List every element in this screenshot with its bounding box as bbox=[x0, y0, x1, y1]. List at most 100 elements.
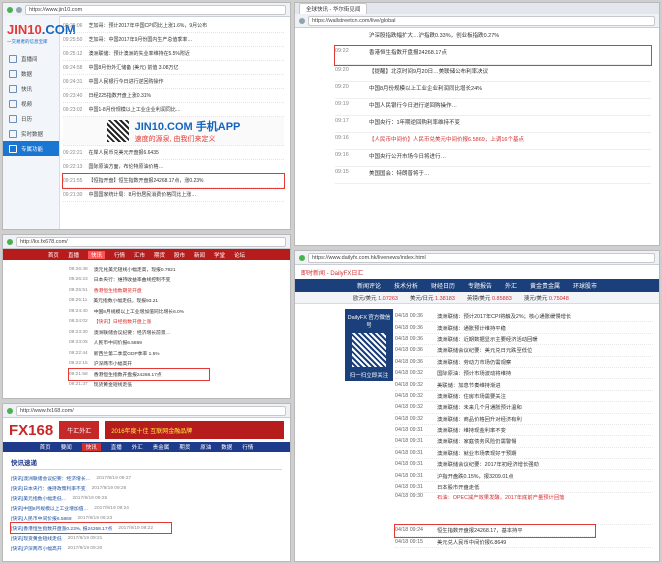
nav-item[interactable]: 快讯 bbox=[87, 250, 105, 259]
list-item[interactable]: 04/18 09:32 国际原油：预计市场波动将维持 bbox=[395, 368, 653, 380]
menu-item-news[interactable]: 快讯 bbox=[3, 81, 59, 96]
list-item[interactable]: 沪深股指跌幅扩大…沪指跌0.33%，创业板指跌0.27% bbox=[335, 29, 651, 46]
list-item[interactable]: 04/18 09:31 澳洲联储会议纪要：2017年初经济增长强劲 bbox=[395, 459, 653, 471]
list-item[interactable]: 09:25:50 芝加哥：中国2017年9月份国内生产总值季率… bbox=[63, 33, 284, 47]
nav-item[interactable]: 环球股市 bbox=[573, 281, 597, 290]
list-item[interactable]: [快讯]日本央行：维持政策利率不变 2017/9/19 09:26 bbox=[11, 483, 282, 493]
list-item[interactable]: 04/18 09:31 澳洲联储：维持现金利率不变 bbox=[395, 425, 653, 437]
list-item[interactable]: 09:26:48 澳元兑美元短线小幅走高，现报0.7921 bbox=[69, 264, 282, 275]
nav-item[interactable]: 新闻 bbox=[194, 251, 205, 259]
list-item[interactable]: 09:22:15 沪深两市小幅高开 bbox=[69, 359, 282, 370]
list-item[interactable]: 09:21:37 现货黄金短线走低 bbox=[69, 380, 282, 391]
nav-item[interactable]: 技术分析 bbox=[394, 281, 418, 290]
menu-item-data[interactable]: 数据 bbox=[3, 66, 59, 81]
nav-item[interactable]: 贵金属 bbox=[153, 443, 170, 451]
ticker-item[interactable]: 美元/日元 1.38183 bbox=[410, 294, 455, 302]
list-item[interactable]: 09:22:13 国际原油方面，布伦特原油价格… bbox=[63, 160, 284, 174]
list-item-highlighted[interactable]: 09:22 香港恒生指数开盘报24268.17点 bbox=[334, 45, 652, 66]
list-item[interactable]: 04/18 09:15 美元兑人民币中间价报6.8649 bbox=[395, 537, 653, 549]
list-item[interactable]: 04/18 09:36 澳洲联储会议纪要：美元兑日元跌至低位 bbox=[395, 345, 653, 357]
tab-active[interactable]: 全球快讯 - 华尔街见闻 bbox=[299, 3, 368, 14]
list-item-highlighted[interactable]: [快讯]香港恒生指数开盘涨0.23%, 报24268.17点 2017/9/19 … bbox=[10, 522, 172, 534]
nav-item[interactable]: 外汇 bbox=[132, 443, 143, 451]
list-item[interactable]: 09:24:31 中国人民银行今日进行逆回购操作 bbox=[63, 75, 284, 89]
nav-item[interactable]: 首页 bbox=[40, 443, 51, 451]
list-item[interactable]: 04/18 09:31 澳洲联储：家庭债务风险仍需警惕 bbox=[395, 436, 653, 448]
list-item-highlighted[interactable]: 09:21:55 【恒指开盘】恒生指数开盘报24268.17点，涨0.23% bbox=[62, 173, 285, 189]
list-item[interactable]: 04/18 09:31 沪指开盘跌0.15%，报3209.01点 bbox=[395, 470, 653, 482]
address-bar[interactable]: http://www.fx168.com/ bbox=[16, 405, 286, 416]
list-item[interactable]: 04/18 09:32 澳洲联储：商品价格回升对经济有利 bbox=[395, 414, 653, 425]
list-item[interactable]: 09:16 【人民币中间价】人民币兑美元中间价报6.5869，上调16个基点 bbox=[335, 133, 651, 150]
nav-item[interactable]: 原油 bbox=[200, 443, 211, 451]
wechat-promo[interactable]: DailyFX 官方微信号 扫一扫立即关注 bbox=[345, 309, 393, 381]
list-item[interactable]: 09:24:02 【快讯】日经指数开盘上涨 bbox=[69, 317, 282, 328]
menu-item-video[interactable]: 视频 bbox=[3, 96, 59, 111]
list-item[interactable]: 04/18 09:30 石油：OPEC减产效果发酵，2017年底前产量预计回落 bbox=[395, 493, 653, 526]
list-item[interactable]: 09:17 中国央行：1年期逆回购利率维持不变 bbox=[335, 116, 651, 133]
ticker-item[interactable]: 英镑/美元 0.85883 bbox=[467, 294, 512, 302]
menu-item-live[interactable]: 直播间 bbox=[3, 51, 59, 66]
app-banner[interactable]: JIN10.COM 手机APP 速度的源泉, 由我们来定义 bbox=[63, 117, 284, 146]
tab-active[interactable]: 即时新闻 - DailyFX日汇 bbox=[301, 268, 363, 277]
nav-item[interactable]: 论坛 bbox=[234, 251, 245, 259]
ad-banner-right[interactable]: 2016年度十佳 互联网金融品牌 bbox=[105, 421, 284, 439]
nav-item[interactable]: 期货 bbox=[179, 443, 190, 451]
list-item[interactable]: 09:19 中国人民银行今日进行逆回购操作… bbox=[335, 99, 651, 116]
nav-item[interactable]: 要闻 bbox=[61, 443, 72, 451]
address-bar[interactable]: http://kx.fx678.com/ bbox=[16, 236, 286, 247]
list-item[interactable]: 04/18 09:32 美联储：加息节奏维持渐进 bbox=[395, 379, 653, 391]
nav-item[interactable]: 汇市 bbox=[134, 251, 145, 259]
nav-item[interactable]: 黄金贵金属 bbox=[530, 281, 560, 290]
list-item[interactable]: 09:26:06 芝加哥：预计2017年中国CPI同比上涨1.6%，9月公布 bbox=[63, 19, 284, 33]
menu-item-exclusive[interactable]: 专属功能 bbox=[3, 141, 59, 156]
list-item-highlighted[interactable]: 04/18 09:24 恒生指数开盘报24268.17，基本持平 bbox=[394, 524, 596, 538]
nav-item[interactable]: 股市 bbox=[174, 251, 185, 259]
list-item[interactable]: [快讯]美元指数小幅走低… 2017/9/19 09:25 bbox=[11, 493, 282, 503]
list-item[interactable]: 09:24:40 中国8月规模以上工业增加值同比增长6.0% bbox=[69, 306, 282, 317]
nav-item[interactable]: 学堂 bbox=[214, 251, 225, 259]
list-item[interactable]: 04/18 09:32 澳洲联储：住房市场需要关注 bbox=[395, 391, 653, 403]
nav-item[interactable]: 外汇 bbox=[505, 281, 517, 290]
back-icon[interactable] bbox=[7, 407, 13, 414]
nav-item[interactable]: 直播 bbox=[68, 251, 79, 259]
list-item[interactable]: [快讯]中国8月规模以上工业增加值… 2017/9/19 09:24 bbox=[11, 503, 282, 513]
list-item[interactable]: 09:26:23 日本央行：维持收益率曲线控制不变 bbox=[69, 275, 282, 286]
address-bar[interactable]: https://wallstreetcn.com/live/global bbox=[308, 15, 655, 26]
list-item[interactable]: 09:25:51 香港恒生指数期货开盘 bbox=[69, 285, 282, 296]
list-item[interactable]: [快讯]澳洲联储会议纪要：经济增长… 2017/9/19 09:27 bbox=[11, 473, 282, 483]
nav-item[interactable]: 期货 bbox=[154, 251, 165, 259]
list-item[interactable]: 04/18 09:36 澳洲联储：近期数据显示主要经济活动回暖 bbox=[395, 334, 653, 346]
ticker-item[interactable]: 欧元/美元 1.07263 bbox=[353, 294, 398, 302]
back-icon[interactable] bbox=[7, 6, 13, 13]
list-item[interactable]: 04/18 09:36 澳洲联储：劳动力市场仍需观察 bbox=[395, 357, 653, 368]
list-item[interactable]: 09:23:02 中国1-8月份规模以上工业企业利润同比… bbox=[63, 103, 284, 117]
list-item[interactable]: 09:22:21 在岸人民币兑美元开盘报6.6435 bbox=[63, 146, 284, 160]
ticker-item[interactable]: 澳元/美元 0.75048 bbox=[524, 294, 569, 302]
list-item[interactable]: 09:20 【提醒】北京时间9月20日…美联储公布利率决议 bbox=[335, 65, 651, 82]
ad-banner-left[interactable]: 牛汇外汇 bbox=[59, 421, 100, 439]
address-bar[interactable]: https://www.dailyfx.com.hk/livenews/inde… bbox=[308, 252, 655, 263]
list-item-highlighted[interactable]: 09:21:58 香港恒生指数开盘报24268.17点 bbox=[68, 368, 210, 381]
list-item[interactable]: 04/18 09:31 澳洲联储：就业市场表现好于预期 bbox=[395, 448, 653, 460]
nav-item[interactable]: 新闻评论 bbox=[357, 281, 381, 290]
back-icon[interactable] bbox=[7, 238, 13, 245]
list-item[interactable]: 09:25:11 美元指数小幅走低，现报93.21 bbox=[69, 296, 282, 307]
nav-item[interactable]: 行情 bbox=[242, 443, 253, 451]
list-item[interactable]: 04/18 09:31 日本股市开盘走低 bbox=[395, 482, 653, 494]
list-item[interactable]: 04/18 09:36 澳洲联储：通胀预计维持平稳 bbox=[395, 322, 653, 334]
back-icon[interactable] bbox=[299, 254, 305, 261]
nav-item[interactable]: 财经日历 bbox=[431, 281, 455, 290]
list-item[interactable]: 09:23:40 日经225指数开盘上涨0.31% bbox=[63, 89, 284, 103]
address-bar[interactable]: https://www.jin10.com bbox=[25, 4, 286, 15]
list-item[interactable]: 09:23:05 人民币中间价报6.5869 bbox=[69, 338, 282, 349]
nav-item[interactable]: 首页 bbox=[48, 251, 59, 259]
list-item[interactable]: 04/18 09:36 澳洲联储：预计2017年CPI将触及2%；核心通胀缓慢增长 bbox=[395, 311, 653, 323]
list-item[interactable]: 09:20 中国8月份规模以上工业企业利润同比增长24% bbox=[335, 82, 651, 99]
list-item[interactable]: [快讯]现货黄金短线走低 2017/9/19 09:21 bbox=[11, 533, 282, 543]
nav-item-active[interactable]: 快讯 bbox=[81, 443, 101, 451]
list-item[interactable]: [快讯]人民币中间价报6.5869 2017/9/19 09:23 bbox=[11, 513, 282, 523]
list-item[interactable]: 09:15 美国国会：特朗普将于… bbox=[335, 167, 651, 184]
list-item[interactable]: 09:21:30 中国国家统计局：8月份居民消费价格同比上涨… bbox=[63, 188, 284, 202]
list-item[interactable]: 09:23:30 澳洲联储会议纪要：经济增长前景… bbox=[69, 327, 282, 338]
